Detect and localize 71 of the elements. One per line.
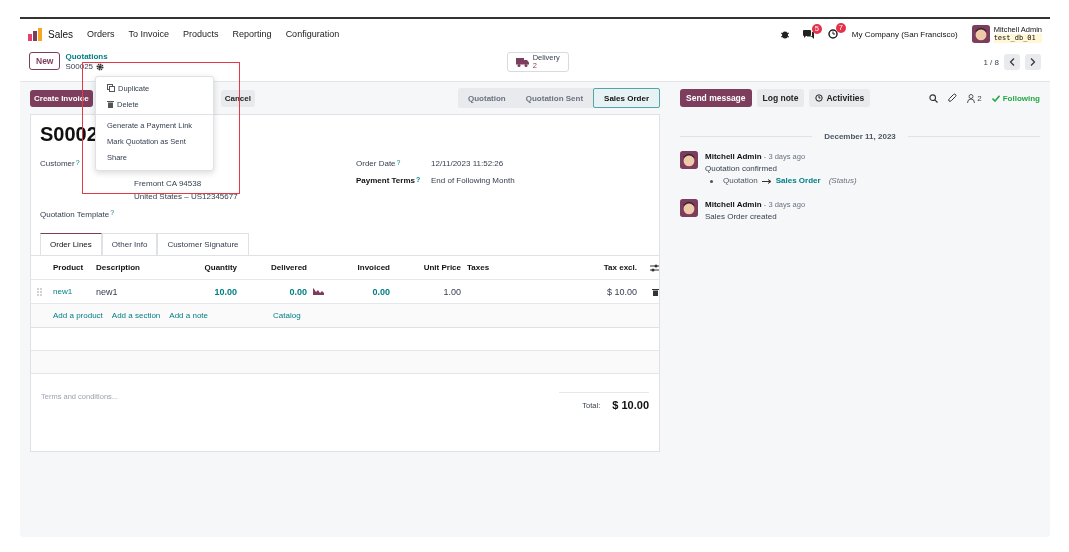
chat-icon[interactable] [802,29,814,39]
next-button[interactable] [1025,54,1041,70]
field-value[interactable]: End of Following Month [431,176,650,185]
menu-item[interactable]: Configuration [285,29,340,39]
tab[interactable]: Other Info [101,233,158,255]
action-button[interactable]: Create Invoice [30,89,93,107]
menu-item[interactable]: Reporting [232,29,272,39]
app-name[interactable]: Sales [48,28,73,40]
previous-button[interactable] [1004,54,1020,70]
arrow-icon [761,178,772,184]
message-body: Quotation confirmed [705,163,779,175]
check-icon [991,94,1000,102]
column-header[interactable]: Delivered [237,256,307,280]
add-link[interactable]: Add a product [53,311,103,320]
tab[interactable]: Order Lines [40,233,102,255]
app-logo-icon[interactable] [28,27,42,41]
date-separator: December 11, 2023 [824,132,896,141]
chevron-right-icon [1030,58,1036,66]
status-step[interactable]: Quotation [457,88,516,108]
column-header[interactable]: Quantity [156,256,237,280]
message-body: Sales Order created [705,211,778,223]
message-author[interactable]: Mitchell Admin [705,152,762,161]
company-switcher[interactable]: My Company (San Francisco) [851,29,958,39]
pager-value[interactable]: 1 / 8 [983,57,999,67]
drag-handle-icon[interactable] [37,287,42,296]
column-header[interactable]: Taxes [461,256,577,280]
settings-icon[interactable] [650,263,659,272]
column-header[interactable]: Product [53,256,96,280]
chatter-button[interactable]: Activities [809,89,871,107]
chatter-button[interactable]: Send message [680,89,752,107]
add-link[interactable]: Add a section [111,311,161,320]
forecast-chart-icon[interactable] [313,288,324,295]
clock-icon [815,94,824,102]
avatar-icon [971,25,990,43]
bug-icon[interactable] [780,29,789,39]
person-icon [967,93,976,103]
trash-icon [107,100,114,108]
search-icon[interactable] [929,93,939,103]
new-button[interactable]: New [29,52,61,70]
gear-icon[interactable] [96,63,105,71]
chevron-left-icon [1009,58,1015,66]
tab[interactable]: Customer Signature [157,233,249,255]
status-step[interactable]: Sales Order [593,88,660,108]
tracking-new-value: Sales Order [775,175,821,187]
tracking-field: (Status) [828,175,857,187]
column-header[interactable]: Invoiced [327,256,390,280]
add-link[interactable]: Catalog [273,311,301,320]
column-header[interactable]: Unit Price [390,256,461,280]
total-value: $ 10.00 [612,399,649,411]
address-line: United States – US12345677 [134,192,239,201]
trash-icon[interactable] [652,287,659,296]
breadcrumb-link[interactable]: Quotations [65,52,108,62]
menu-item[interactable]: Products [183,29,219,39]
chatter-button[interactable]: Log note [756,89,805,107]
column-header[interactable]: Description [96,256,156,280]
avatar-icon [680,199,698,217]
clock-icon[interactable] [827,29,838,39]
avatar-icon [680,151,698,169]
message-author[interactable]: Mitchell Admin [705,200,762,209]
truck-icon [515,57,529,67]
menu-item[interactable]: Orders [87,29,115,39]
copy-icon [107,84,115,92]
followers-button[interactable]: 2 [967,93,982,103]
column-header[interactable]: Tax excl. [577,256,637,280]
address-line: Fremont CA 94538 [134,179,203,188]
tracking-old-value: Quotation [723,175,758,187]
add-link[interactable]: Add a note [169,311,208,320]
field-value[interactable]: 12/11/2023 11:52:26 [431,159,650,168]
menu-item[interactable]: To Invoice [128,29,170,39]
bullet-icon [710,179,713,183]
status-step[interactable]: Quotation Sent [515,88,594,108]
